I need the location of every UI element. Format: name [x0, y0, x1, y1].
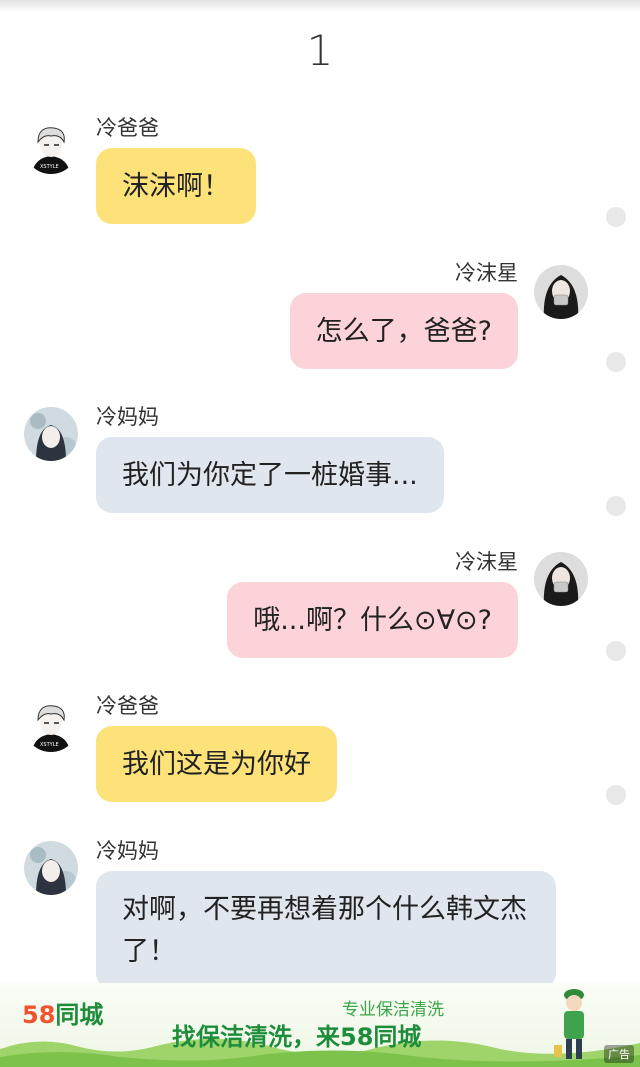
logo-number: 58	[22, 1001, 56, 1029]
message-bubble[interactable]: 怎么了，爸爸?	[289, 293, 518, 369]
indicator-dot	[606, 352, 626, 372]
sender-name: 冷妈妈	[96, 839, 159, 863]
indicator-dot	[606, 785, 626, 805]
dad-avatar[interactable]: XSTYLE	[24, 120, 78, 174]
indicator-dot	[606, 496, 626, 516]
sender-name: 冷妈妈	[96, 405, 159, 429]
ad-label: 广告	[604, 1045, 634, 1063]
message-bubble[interactable]: 我们这是为你好	[96, 726, 337, 802]
sender-name: 冷爸爸	[96, 116, 159, 140]
mom-avatar[interactable]	[24, 841, 78, 895]
page-number: 1	[306, 26, 334, 75]
svg-text:XSTYLE: XSTYLE	[40, 164, 59, 170]
ad-headline: 找保洁清洗，来58同城	[172, 1023, 422, 1051]
cleaner-mascot-icon	[554, 989, 584, 1059]
girl-avatar[interactable]	[534, 552, 588, 606]
sender-name: 冷沫星	[455, 261, 518, 285]
ad-tag-text: 广告	[608, 1048, 630, 1061]
mom-avatar[interactable]	[24, 407, 78, 461]
logo-text: 同城	[55, 1001, 104, 1029]
svg-text:XSTYLE: XSTYLE	[40, 742, 59, 748]
message-bubble[interactable]: 哦...啊？什么⊙∀⊙?	[227, 582, 518, 658]
girl-avatar[interactable]	[534, 265, 588, 319]
message-bubble[interactable]: 我们为你定了一桩婚事...	[96, 437, 444, 513]
dad-avatar[interactable]: XSTYLE	[24, 698, 78, 752]
sender-name: 冷沫星	[455, 550, 518, 574]
ad-logo: 58同城	[22, 995, 103, 1030]
indicator-dot	[606, 207, 626, 227]
message-bubble[interactable]: 沫沫啊！	[96, 148, 256, 224]
message-bubble[interactable]: 对啊，不要再想着那个什么韩文杰了！	[96, 871, 556, 989]
indicator-dot	[606, 641, 626, 661]
sender-name: 冷爸爸	[96, 694, 159, 718]
ad-banner[interactable]: 58同城 专业保洁清洗 找保洁清洗，来58同城 广告	[0, 983, 640, 1067]
status-bar-shadow	[0, 0, 640, 12]
